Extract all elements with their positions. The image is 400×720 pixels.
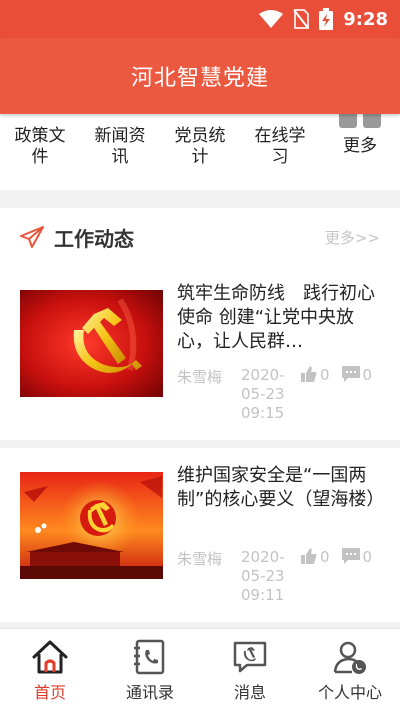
comment-count[interactable]: 0: [341, 366, 373, 423]
section-header: 工作动态 更多>>: [0, 208, 400, 266]
section-title: 工作动态: [54, 226, 134, 251]
quick-item-member-stats[interactable]: 党员统计: [160, 114, 240, 190]
thumbs-up-icon: [301, 366, 317, 382]
quick-item-label: 党员统计: [174, 126, 226, 167]
nav-label: 个人中心: [317, 683, 382, 702]
list-item[interactable]: 筑牢生命防线 践行初心使命 创建“让党中央放心，让人民群… 朱雪梅 2020-0…: [0, 266, 400, 448]
news-meta: 朱雪梅 2020-05-23 09:11 0 0: [177, 548, 380, 605]
like-count-value: 0: [320, 548, 330, 566]
bottom-nav: 首页 通讯录 消息 个人中心: [0, 628, 400, 720]
quick-item-more[interactable]: 更多: [320, 114, 400, 190]
user-profile-icon: [333, 641, 366, 674]
more-link[interactable]: 更多>>: [325, 227, 380, 248]
quick-item-label: 新闻资讯: [94, 126, 146, 167]
work-news-section: 工作动态 更多>> 筑牢生命防线 践行初心使命 创建“让党中央放心，让人民群… …: [0, 208, 400, 628]
news-author: 朱雪梅: [177, 550, 223, 568]
list-item[interactable]: 维护国家安全是“一国两制”的核心要义（望海楼） 朱雪梅 2020-05-23 0…: [0, 448, 400, 628]
thumbs-up-icon: [301, 548, 317, 564]
page-title: 河北智慧党建: [130, 66, 269, 91]
phone-book-icon: [134, 639, 165, 675]
status-bar: 9:28: [0, 0, 400, 38]
comment-count[interactable]: 0: [341, 548, 373, 605]
news-title: 维护国家安全是“一国两制”的核心要义（望海楼）: [177, 465, 380, 510]
status-time: 9:28: [343, 8, 388, 30]
quick-item-label: 政策文件: [14, 126, 66, 167]
no-sim-icon: [293, 9, 310, 29]
news-thumbnail: [20, 472, 163, 579]
like-count-value: 0: [320, 366, 330, 384]
like-count[interactable]: 0: [301, 366, 330, 423]
wifi-icon: [259, 10, 284, 28]
news-author: 朱雪梅: [177, 368, 223, 386]
quick-menu: 政策文件 新闻资讯 党员统计 在线学习 更多: [0, 114, 400, 190]
nav-profile[interactable]: 个人中心: [300, 629, 400, 720]
quick-item-label: 在线学习: [254, 126, 306, 167]
quick-item-online-study[interactable]: 在线学习: [240, 114, 320, 190]
nav-home[interactable]: 首页: [0, 629, 100, 720]
news-meta: 朱雪梅 2020-05-23 09:15 0 0: [177, 366, 380, 423]
battery-charging-icon: [319, 8, 334, 30]
news-date: 2020-05-23 09:11: [241, 548, 285, 604]
nav-label: 消息: [233, 683, 266, 702]
news-title: 筑牢生命防线 践行初心使命 创建“让党中央放心，让人民群…: [177, 283, 375, 352]
comment-icon: [341, 548, 360, 564]
grid-icon: [339, 114, 381, 128]
paper-plane-icon: [20, 226, 44, 248]
nav-messages[interactable]: 消息: [200, 629, 300, 720]
nav-contacts[interactable]: 通讯录: [100, 629, 200, 720]
news-thumbnail: [20, 290, 163, 397]
message-icon: [233, 641, 267, 673]
comment-count-value: 0: [362, 366, 373, 384]
app-header: 河北智慧党建: [0, 38, 400, 114]
quick-item-policy-docs[interactable]: 政策文件: [0, 114, 80, 190]
like-count[interactable]: 0: [301, 548, 330, 605]
quick-item-label: 更多: [343, 136, 377, 156]
quick-item-news[interactable]: 新闻资讯: [80, 114, 160, 190]
home-icon: [32, 640, 68, 674]
news-date: 2020-05-23 09:15: [241, 366, 285, 422]
nav-label: 通讯录: [125, 683, 174, 702]
comment-icon: [341, 366, 360, 382]
comment-count-value: 0: [362, 548, 373, 566]
nav-label: 首页: [33, 683, 66, 702]
